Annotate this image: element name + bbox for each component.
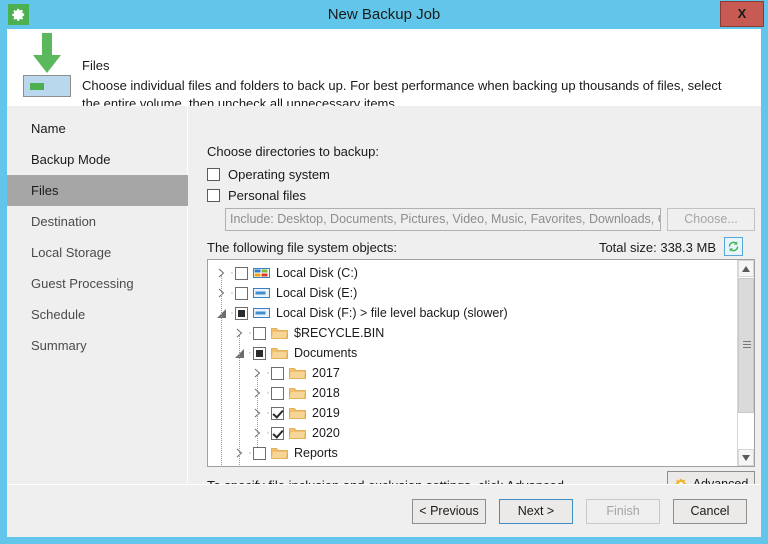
checkbox-label: Operating system <box>228 166 330 182</box>
sidebar-item-guest-processing[interactable]: Guest Processing <box>7 268 188 299</box>
tree-row[interactable]: · Reports <box>208 443 736 463</box>
tree-checkbox[interactable] <box>253 346 266 360</box>
sidebar-item-local-storage[interactable]: Local Storage <box>7 237 188 268</box>
tree-row[interactable]: · 2020 <box>208 423 736 443</box>
scroll-down-button[interactable] <box>738 449 754 466</box>
total-size-label: Total size: 338.3 MB <box>598 240 716 255</box>
tree-row[interactable]: · Local Disk (E:) <box>208 283 736 303</box>
tree-row-label: Documents <box>294 346 358 360</box>
sidebar-item-summary[interactable]: Summary <box>7 330 188 361</box>
tree-row[interactable]: · 2019 <box>208 403 736 423</box>
checkbox-box[interactable] <box>207 188 220 202</box>
checkbox-personal-files[interactable]: Personal files <box>207 186 306 204</box>
tree-row[interactable]: · 2017 <box>208 363 736 383</box>
tree-row-label: Local Disk (C:) <box>276 266 358 280</box>
tree-row[interactable]: · <box>208 463 736 468</box>
download-to-drive-icon <box>16 31 78 99</box>
drive-icon <box>253 286 270 300</box>
file-system-tree[interactable]: · Local Disk (C:) · Local Disk (E:) · Local D… <box>207 259 755 467</box>
sidebar-item-label: Destination <box>31 214 97 229</box>
previous-button[interactable]: < Previous <box>412 499 486 524</box>
sidebar-item-name[interactable]: Name <box>7 113 188 144</box>
wizard-steps-sidebar: Name Backup Mode Files Destination Local Sto… <box>7 106 188 483</box>
dialog-window: New Backup Job X Files Choose individual… <box>0 0 768 544</box>
refresh-icon[interactable] <box>724 237 743 256</box>
tree-row-label: 2018 <box>312 386 340 400</box>
tree-checkbox[interactable] <box>271 406 284 420</box>
scroll-up-button[interactable] <box>738 260 754 277</box>
tree-checkbox[interactable] <box>253 446 266 460</box>
checkbox-operating-system[interactable]: Operating system <box>207 165 330 183</box>
tree-guide-line <box>257 375 258 447</box>
sidebar-item-label: Name <box>31 121 66 136</box>
tree-row-label: Local Disk (E:) <box>276 286 358 300</box>
sidebar-item-files[interactable]: Files <box>7 175 188 206</box>
tree-row-label: 2017 <box>312 366 340 380</box>
tree-checkbox[interactable] <box>271 426 284 440</box>
tree-row[interactable]: · Local Disk (F:) > file level backup (sl… <box>208 303 736 323</box>
sidebar-item-label: Backup Mode <box>31 152 111 167</box>
folder-icon <box>271 466 288 467</box>
dialog-footer: < Previous Next > Finish Cancel <box>7 484 761 537</box>
sidebar-item-schedule[interactable]: Schedule <box>7 299 188 330</box>
folder-icon <box>271 446 288 460</box>
page-title: Files <box>82 58 110 73</box>
tree-row[interactable]: · Local Disk (C:) <box>208 263 736 283</box>
scrollbar-grip <box>743 341 751 348</box>
folder-icon <box>271 346 288 360</box>
dialog-body: Files Choose individual files and folder… <box>7 29 761 537</box>
tree-checkbox[interactable] <box>271 366 284 380</box>
drive-icon <box>253 306 270 320</box>
tree-scrollbar[interactable] <box>737 260 754 466</box>
tree-row[interactable]: · $RECYCLE.BIN <box>208 323 736 343</box>
tree-row-label: Reports <box>294 446 338 460</box>
choose-directories-label: Choose directories to backup: <box>207 144 379 159</box>
choose-button[interactable]: Choose... <box>667 208 755 231</box>
tree-row[interactable]: · 2018 <box>208 383 736 403</box>
next-button[interactable]: Next > <box>499 499 573 524</box>
cancel-button[interactable]: Cancel <box>673 499 747 524</box>
folder-icon <box>289 406 306 420</box>
sidebar-item-label: Files <box>31 183 59 198</box>
file-objects-label: The following file system objects: <box>207 240 398 255</box>
tree-row-label: Local Disk (F:) > file level backup (slo… <box>276 306 508 320</box>
tree-checkbox[interactable] <box>253 326 266 340</box>
folder-icon <box>289 426 306 440</box>
scrollbar-thumb[interactable] <box>738 278 754 413</box>
tree-checkbox[interactable] <box>271 386 284 400</box>
window-title: New Backup Job <box>327 6 441 23</box>
wizard-header: Files Choose individual files and folder… <box>7 29 761 111</box>
include-paths-field[interactable]: Include: Desktop, Documents, Pictures, V… <box>225 208 661 231</box>
sidebar-item-destination[interactable]: Destination <box>7 206 188 237</box>
tree-row-label: 2019 <box>312 406 340 420</box>
close-button[interactable]: X <box>720 1 764 27</box>
tree-guide-line <box>221 275 222 466</box>
tree-row[interactable]: · Documents <box>208 343 736 363</box>
title-bar: New Backup Job X <box>0 0 768 29</box>
sidebar-item-label: Local Storage <box>31 245 112 260</box>
finish-button: Finish <box>586 499 660 524</box>
folder-icon <box>271 326 288 340</box>
checkbox-box[interactable] <box>207 167 220 181</box>
windows-drive-icon <box>253 266 270 280</box>
checkbox-label: Personal files <box>228 187 307 203</box>
tree-checkbox[interactable] <box>235 286 248 300</box>
tree-checkbox[interactable] <box>235 306 248 320</box>
tree-guide-line <box>239 335 240 466</box>
sidebar-item-label: Guest Processing <box>31 276 134 291</box>
tree-row-label: 2020 <box>312 426 340 440</box>
folder-icon <box>289 366 306 380</box>
tree-row-label: $RECYCLE.BIN <box>294 326 385 340</box>
tree-checkbox[interactable] <box>253 467 266 468</box>
sidebar-item-label: Summary <box>31 338 87 353</box>
drive-glyph <box>23 75 71 97</box>
sidebar-item-backup-mode[interactable]: Backup Mode <box>7 144 188 175</box>
sidebar-item-label: Schedule <box>31 307 86 322</box>
tree-checkbox[interactable] <box>235 266 248 280</box>
main-panel: Choose directories to backup: Operating … <box>189 106 761 496</box>
folder-icon <box>289 386 306 400</box>
